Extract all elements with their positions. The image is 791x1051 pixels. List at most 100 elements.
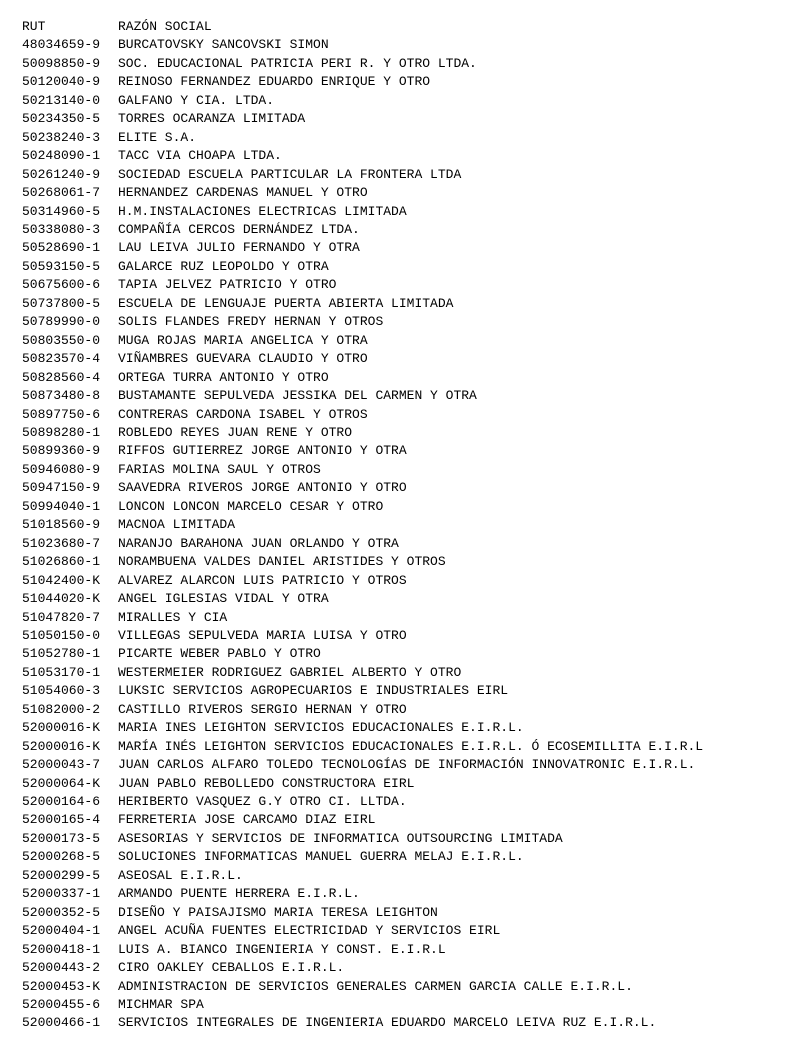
cell-rut: 50268061-7: [22, 184, 118, 202]
cell-rut: 52000418-1: [22, 941, 118, 959]
cell-rut: 51054060-3: [22, 682, 118, 700]
table-row: 50803550-0MUGA ROJAS MARIA ANGELICA Y OT…: [22, 332, 769, 350]
cell-rut: 50898280-1: [22, 424, 118, 442]
cell-rut: 50213140-0: [22, 92, 118, 110]
header-rut: RUT: [22, 18, 118, 36]
cell-rut: 52000016-K: [22, 719, 118, 737]
cell-razon: MUGA ROJAS MARIA ANGELICA Y OTRA: [118, 332, 769, 350]
cell-rut: 50120040-9: [22, 73, 118, 91]
cell-rut: 50593150-5: [22, 258, 118, 276]
cell-razon: MACNOA LIMITADA: [118, 516, 769, 534]
cell-rut: 50947150-9: [22, 479, 118, 497]
cell-razon: ELITE S.A.: [118, 129, 769, 147]
table-row: 52000455-6MICHMAR SPA: [22, 996, 769, 1014]
table-row: 50898280-1ROBLEDO REYES JUAN RENE Y OTRO: [22, 424, 769, 442]
cell-rut: 50248090-1: [22, 147, 118, 165]
table-row: 51042400-KALVAREZ ALARCON LUIS PATRICIO …: [22, 572, 769, 590]
cell-razon: CASTILLO RIVEROS SERGIO HERNAN Y OTRO: [118, 701, 769, 719]
table-row: 52000173-5ASESORIAS Y SERVICIOS DE INFOR…: [22, 830, 769, 848]
cell-rut: 50234350-5: [22, 110, 118, 128]
cell-rut: 50873480-8: [22, 387, 118, 405]
table-row: 50120040-9REINOSO FERNANDEZ EDUARDO ENRI…: [22, 73, 769, 91]
cell-rut: 50828560-4: [22, 369, 118, 387]
cell-razon: LUKSIC SERVICIOS AGROPECUARIOS E INDUSTR…: [118, 682, 769, 700]
table-row: 50946080-9FARIAS MOLINA SAUL Y OTROS: [22, 461, 769, 479]
cell-rut: 48034659-9: [22, 36, 118, 54]
cell-rut: 52000404-1: [22, 922, 118, 940]
cell-razon: ASEOSAL E.I.R.L.: [118, 867, 769, 885]
cell-razon: REINOSO FERNANDEZ EDUARDO ENRIQUE Y OTRO: [118, 73, 769, 91]
cell-rut: 52000268-5: [22, 848, 118, 866]
table-row: 52000443-2CIRO OAKLEY CEBALLOS E.I.R.L.: [22, 959, 769, 977]
cell-razon: FARIAS MOLINA SAUL Y OTROS: [118, 461, 769, 479]
cell-razon: LONCON LONCON MARCELO CESAR Y OTRO: [118, 498, 769, 516]
cell-rut: 51023680-7: [22, 535, 118, 553]
cell-razon: SOLUCIONES INFORMATICAS MANUEL GUERRA ME…: [118, 848, 769, 866]
cell-rut: 52000455-6: [22, 996, 118, 1014]
cell-razon: ROBLEDO REYES JUAN RENE Y OTRO: [118, 424, 769, 442]
table-row: 50238240-3ELITE S.A.: [22, 129, 769, 147]
cell-rut: 50261240-9: [22, 166, 118, 184]
table-row: 52000268-5SOLUCIONES INFORMATICAS MANUEL…: [22, 848, 769, 866]
cell-rut: 51047820-7: [22, 609, 118, 627]
table-row: 52000165-4FERRETERIA JOSE CARCAMO DIAZ E…: [22, 811, 769, 829]
cell-razon: RIFFOS GUTIERREZ JORGE ANTONIO Y OTRA: [118, 442, 769, 460]
table-row: 51026860-1NORAMBUENA VALDES DANIEL ARIST…: [22, 553, 769, 571]
table-row: 50675600-6TAPIA JELVEZ PATRICIO Y OTRO: [22, 276, 769, 294]
cell-rut: 50946080-9: [22, 461, 118, 479]
cell-rut: 50737800-5: [22, 295, 118, 313]
table-header-row: RUT RAZÓN SOCIAL: [22, 18, 769, 36]
table-row: 50823570-4VIÑAMBRES GUEVARA CLAUDIO Y OT…: [22, 350, 769, 368]
table-row: 50593150-5GALARCE RUZ LEOPOLDO Y OTRA: [22, 258, 769, 276]
cell-rut: 51044020-K: [22, 590, 118, 608]
table-row: 48034659-9BURCATOVSKY SANCOVSKI SIMON: [22, 36, 769, 54]
cell-razon: ANGEL IGLESIAS VIDAL Y OTRA: [118, 590, 769, 608]
cell-razon: COMPAÑÍA CERCOS DERNÁNDEZ LTDA.: [118, 221, 769, 239]
cell-rut: 51050150-0: [22, 627, 118, 645]
cell-razon: WESTERMEIER RODRIGUEZ GABRIEL ALBERTO Y …: [118, 664, 769, 682]
cell-rut: 50803550-0: [22, 332, 118, 350]
cell-razon: ALVAREZ ALARCON LUIS PATRICIO Y OTROS: [118, 572, 769, 590]
cell-razon: SOC. EDUCACIONAL PATRICIA PERI R. Y OTRO…: [118, 55, 769, 73]
cell-rut: 50338080-3: [22, 221, 118, 239]
cell-razon: H.M.INSTALACIONES ELECTRICAS LIMITADA: [118, 203, 769, 221]
cell-razon: JUAN CARLOS ALFARO TOLEDO TECNOLOGÍAS DE…: [118, 756, 769, 774]
table-row: 50899360-9RIFFOS GUTIERREZ JORGE ANTONIO…: [22, 442, 769, 460]
table-row: 50528690-1LAU LEIVA JULIO FERNANDO Y OTR…: [22, 239, 769, 257]
cell-rut: 50994040-1: [22, 498, 118, 516]
table-row: 51053170-1WESTERMEIER RODRIGUEZ GABRIEL …: [22, 664, 769, 682]
cell-razon: MARIA INES LEIGHTON SERVICIOS EDUCACIONA…: [118, 719, 769, 737]
cell-razon: GALARCE RUZ LEOPOLDO Y OTRA: [118, 258, 769, 276]
cell-rut: 50314960-5: [22, 203, 118, 221]
cell-rut: 51052780-1: [22, 645, 118, 663]
table-row: 51018560-9MACNOA LIMITADA: [22, 516, 769, 534]
table-row: 52000337-1ARMANDO PUENTE HERRERA E.I.R.L…: [22, 885, 769, 903]
cell-rut: 52000453-K: [22, 978, 118, 996]
table-row: 51054060-3LUKSIC SERVICIOS AGROPECUARIOS…: [22, 682, 769, 700]
cell-razon: VIÑAMBRES GUEVARA CLAUDIO Y OTRO: [118, 350, 769, 368]
cell-razon: BUSTAMANTE SEPULVEDA JESSIKA DEL CARMEN …: [118, 387, 769, 405]
cell-rut: 51082000-2: [22, 701, 118, 719]
table-row: 52000043-7JUAN CARLOS ALFARO TOLEDO TECN…: [22, 756, 769, 774]
cell-razon: ANGEL ACUÑA FUENTES ELECTRICIDAD Y SERVI…: [118, 922, 769, 940]
table-row: 50947150-9SAAVEDRA RIVEROS JORGE ANTONIO…: [22, 479, 769, 497]
cell-razon: ORTEGA TURRA ANTONIO Y OTRO: [118, 369, 769, 387]
table-row: 50994040-1LONCON LONCON MARCELO CESAR Y …: [22, 498, 769, 516]
cell-razon: LUIS A. BIANCO INGENIERIA Y CONST. E.I.R…: [118, 941, 769, 959]
cell-rut: 51018560-9: [22, 516, 118, 534]
cell-razon: ASESORIAS Y SERVICIOS DE INFORMATICA OUT…: [118, 830, 769, 848]
cell-rut: 50823570-4: [22, 350, 118, 368]
cell-razon: CIRO OAKLEY CEBALLOS E.I.R.L.: [118, 959, 769, 977]
table-row: 51023680-7NARANJO BARAHONA JUAN ORLANDO …: [22, 535, 769, 553]
cell-rut: 52000165-4: [22, 811, 118, 829]
cell-rut: 50528690-1: [22, 239, 118, 257]
cell-rut: 52000043-7: [22, 756, 118, 774]
cell-rut: 52000443-2: [22, 959, 118, 977]
cell-razon: ADMINISTRACION DE SERVICIOS GENERALES CA…: [118, 978, 769, 996]
cell-rut: 51026860-1: [22, 553, 118, 571]
table-row: 52000016-KMARIA INES LEIGHTON SERVICIOS …: [22, 719, 769, 737]
cell-razon: PICARTE WEBER PABLO Y OTRO: [118, 645, 769, 663]
cell-rut: 50098850-9: [22, 55, 118, 73]
table-row: 50828560-4ORTEGA TURRA ANTONIO Y OTRO: [22, 369, 769, 387]
cell-razon: GALFANO Y CIA. LTDA.: [118, 92, 769, 110]
